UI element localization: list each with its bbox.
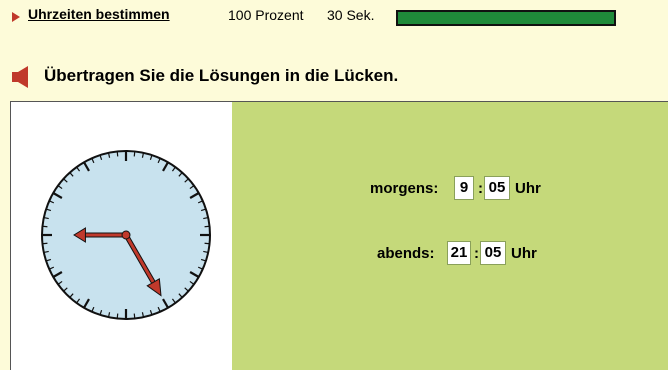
- evening-row: abends: 21 : 05 Uhr: [377, 241, 577, 267]
- clock-center: [121, 230, 131, 240]
- evening-hours-field[interactable]: 21: [447, 241, 471, 265]
- evening-unit: Uhr: [511, 245, 537, 262]
- morning-hours-field[interactable]: 9: [454, 176, 474, 200]
- morning-minutes-field[interactable]: 05: [484, 176, 510, 200]
- evening-minutes-field[interactable]: 05: [480, 241, 506, 265]
- instruction-text: Übertragen Sie die Lösungen in die Lücke…: [44, 66, 399, 85]
- morning-unit: Uhr: [515, 180, 541, 197]
- exercise-title-link[interactable]: Uhrzeiten bestimmen: [28, 6, 170, 22]
- morning-row: morgens: 9 : 05 Uhr: [370, 176, 570, 202]
- answer-panel: morgens: 9 : 05 Uhr abends: 21 : 05 Uhr: [232, 101, 668, 370]
- minute-tick: [204, 225, 210, 228]
- minute-tick: [42, 225, 48, 228]
- morning-colon: :: [478, 180, 483, 197]
- clock-face: [41, 150, 211, 320]
- score-percent: 100 Prozent: [228, 7, 304, 23]
- instruction-row: Übertragen Sie die Lösungen in die Lücke…: [0, 62, 668, 92]
- top-bar: Uhrzeiten bestimmen 100 Prozent 30 Sek.: [0, 0, 668, 44]
- minute-tick: [133, 151, 136, 157]
- minute-tick: [116, 151, 119, 157]
- morning-label: morgens:: [370, 180, 439, 197]
- speaker-icon[interactable]: [12, 66, 30, 88]
- time-remaining: 30 Sek.: [327, 7, 375, 23]
- progress-fill: [398, 12, 614, 24]
- time-progress-bar: [396, 10, 616, 26]
- clock-panel: [10, 101, 233, 370]
- minute-tick: [204, 242, 210, 245]
- minute-tick: [116, 313, 119, 319]
- minute-tick: [42, 242, 48, 245]
- evening-colon: :: [474, 245, 479, 262]
- play-arrow-icon: [12, 12, 20, 22]
- minute-tick: [133, 313, 136, 319]
- evening-label: abends:: [377, 245, 435, 262]
